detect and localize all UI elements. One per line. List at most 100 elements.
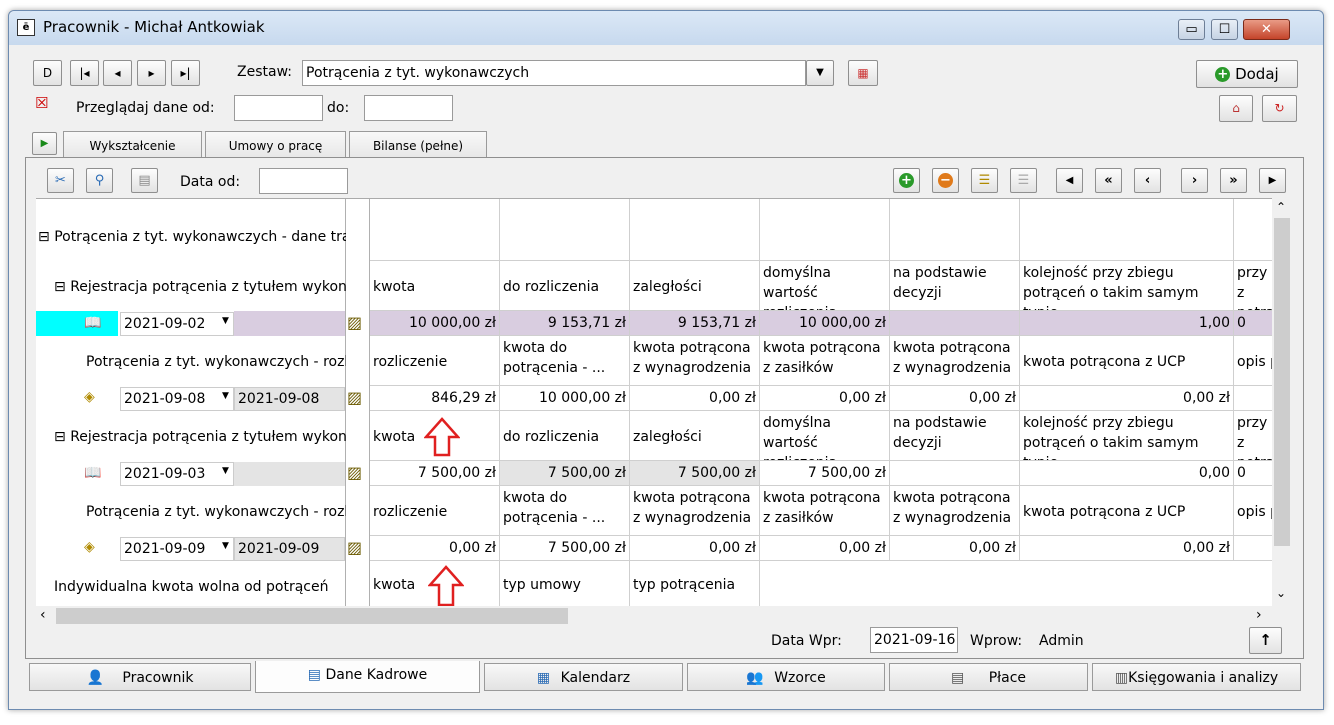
cell-z-zasilkow[interactable]: 0,00 zł [760, 386, 890, 411]
tree-node-reg2[interactable]: ⊟ Rejestracja potrącenia z tytułem wykon… [54, 429, 346, 445]
date-select[interactable]: 2021-09-09 [120, 537, 234, 561]
scroll-thumb[interactable] [56, 608, 568, 624]
nav-new-button[interactable]: D [33, 60, 62, 86]
grid-last-button[interactable]: ▶ [1259, 168, 1286, 193]
tab-place[interactable]: ▤ Płace [889, 663, 1088, 691]
cell-z-wynagrodzenia-2[interactable]: 0,00 zł [890, 386, 1020, 411]
grid-back-button[interactable]: ‹ [1134, 168, 1161, 193]
cell-rozliczenie[interactable]: 846,29 zł [370, 386, 500, 411]
chevron-down-icon[interactable]: ▼ [222, 391, 229, 401]
cell-decyzja[interactable] [890, 461, 1020, 486]
horizontal-scrollbar[interactable]: ‹ › [36, 606, 1272, 626]
grid-forward-button[interactable]: › [1181, 168, 1208, 193]
chevron-down-icon[interactable]: ▼ [222, 541, 229, 551]
cell-do-rozliczenia[interactable]: 9 153,71 zł [500, 311, 630, 336]
grid-fast-forward-button[interactable]: » [1220, 168, 1247, 193]
nav-last-button[interactable]: ▸| [171, 60, 200, 86]
minimize-button[interactable]: ▭ [1178, 19, 1205, 40]
tree-node-sub2[interactable]: Potrącenia z tyt. wykonawczych - rozli..… [86, 504, 346, 520]
tab-kalendarz[interactable]: ▦ Kalendarz [484, 663, 683, 691]
tab-umowy[interactable]: Umowy o pracę [205, 131, 346, 159]
tree-node-reg1[interactable]: ⊟ Rejestracja potrącenia z tytułem wykon… [54, 279, 346, 295]
cell-kolejnosc[interactable]: 0,00 [1020, 461, 1234, 486]
tabs-expand-button[interactable]: ▶ [32, 132, 57, 155]
cell-rozliczenie[interactable]: 0,00 zł [370, 536, 500, 561]
tab-dane-kadrowe[interactable]: ▤ Dane Kadrowe [255, 661, 480, 693]
nav-first-button[interactable]: |◂ [70, 60, 99, 86]
zestaw-select[interactable]: Potrącenia z tyt. wykonawczych [302, 60, 806, 86]
cell-z-ucp[interactable]: 0,00 zł [1020, 536, 1234, 561]
nav-prev-button[interactable]: ◂ [103, 60, 132, 86]
scroll-thumb[interactable] [1274, 218, 1290, 546]
cell-przy[interactable]: 0 [1234, 461, 1272, 486]
search-button[interactable]: ⚲ [86, 168, 113, 193]
refresh-icon: ↻ [1274, 101, 1285, 115]
add-button[interactable]: + Dodaj [1196, 60, 1298, 88]
cell-zaleglosci[interactable]: 7 500,00 zł [630, 461, 760, 486]
grid-first-button[interactable]: ◀ [1056, 168, 1083, 193]
chevron-up-icon[interactable]: ⌃ [1276, 200, 1286, 214]
cell-kwota[interactable]: 7 500,00 zł [370, 461, 500, 486]
tree-node-indyw[interactable]: Indywidualna kwota wolna od potrąceń [54, 579, 346, 595]
tab-bilanse[interactable]: Bilanse (pełne) [349, 131, 487, 159]
cell-z-wynagrodzenia[interactable]: 0,00 zł [630, 536, 760, 561]
tab-ksiegowania[interactable]: ▥Księgowania i analizy [1092, 663, 1301, 691]
scroll-top-button[interactable]: ↑ [1249, 627, 1282, 654]
grid-fast-back-button[interactable]: « [1095, 168, 1122, 193]
checkbox-icon[interactable]: ☒ [35, 94, 48, 112]
tab-wyksztalcenie[interactable]: Wykształcenie [63, 131, 202, 159]
tab-pracownik[interactable]: 👤 Pracownik [29, 663, 251, 691]
cell-do-potracenia[interactable]: 7 500,00 zł [500, 536, 630, 561]
tools-button[interactable]: ✂ [47, 168, 74, 193]
date-select[interactable]: 2021-09-03 [120, 462, 234, 486]
wprow-label: Wprow: [970, 633, 1023, 649]
zestaw-dropdown-button[interactable]: ▼ [806, 60, 834, 86]
nav-next-button[interactable]: ▸ [137, 60, 166, 86]
date-select[interactable]: 2021-09-02 [120, 312, 234, 336]
date2-field[interactable]: 2021-09-08 [234, 387, 345, 411]
cell-domyslna[interactable]: 7 500,00 zł [760, 461, 890, 486]
chevron-down-icon[interactable]: ⌄ [1276, 586, 1286, 600]
cell-kwota[interactable]: 10 000,00 zł [370, 311, 500, 336]
date-to-input[interactable] [364, 95, 453, 121]
maximize-button[interactable]: ☐ [1211, 19, 1238, 40]
cell-przy[interactable]: 0 [1234, 311, 1272, 336]
people-icon: 👥 [746, 670, 764, 686]
cell-do-rozliczenia[interactable]: 7 500,00 zł [500, 461, 630, 486]
export-button[interactable]: ⌂ [1219, 95, 1253, 122]
chevron-left-icon[interactable]: ‹ [40, 607, 46, 623]
cell-domyslna[interactable]: 10 000,00 zł [760, 311, 890, 336]
add-row-button[interactable]: + [893, 168, 920, 193]
cell-z-zasilkow[interactable]: 0,00 zł [760, 536, 890, 561]
date-select[interactable]: 2021-09-08 [120, 387, 234, 411]
chevron-right-icon[interactable]: › [1256, 607, 1262, 623]
cell-opis[interactable] [1234, 386, 1272, 411]
data-od-input[interactable] [259, 168, 348, 194]
cell-opis[interactable] [1234, 536, 1272, 561]
remove-row-button[interactable]: − [932, 168, 959, 193]
cell-zaleglosci[interactable]: 9 153,71 zł [630, 311, 760, 336]
vertical-scrollbar[interactable]: ⌃ ⌄ [1272, 198, 1292, 606]
cell-decyzja[interactable] [890, 311, 1020, 336]
calendar-button[interactable]: ▤ [131, 168, 158, 193]
cell-kolejnosc[interactable]: 1,00 [1020, 311, 1234, 336]
close-button[interactable]: ✕ [1243, 19, 1290, 40]
chevron-down-icon[interactable]: ▼ [222, 316, 229, 326]
chevron-down-icon[interactable]: ▼ [222, 466, 229, 476]
zestaw-edit-button[interactable]: ▦ [848, 60, 878, 86]
tab-wzorce[interactable]: 👥 Wzorce [687, 663, 885, 691]
date-from-input[interactable] [234, 95, 323, 121]
wprow-value: Admin [1039, 633, 1084, 649]
header-blank [370, 199, 500, 261]
clear-row-button[interactable]: ☰ [1010, 168, 1037, 193]
book-icon: 📖 [84, 465, 102, 481]
tree-node-sub1[interactable]: Potrącenia z tyt. wykonawczych - rozli..… [86, 354, 346, 370]
cell-z-wynagrodzenia-2[interactable]: 0,00 zł [890, 536, 1020, 561]
cell-z-wynagrodzenia[interactable]: 0,00 zł [630, 386, 760, 411]
date2-field[interactable]: 2021-09-09 [234, 537, 345, 561]
refresh-button[interactable]: ↻ [1262, 95, 1297, 122]
cell-do-potracenia[interactable]: 10 000,00 zł [500, 386, 630, 411]
group-title[interactable]: ⊟ Potrącenia z tyt. wykonawczych - dane … [38, 229, 346, 245]
edit-row-button[interactable]: ☰ [971, 168, 998, 193]
cell-z-ucp[interactable]: 0,00 zł [1020, 386, 1234, 411]
